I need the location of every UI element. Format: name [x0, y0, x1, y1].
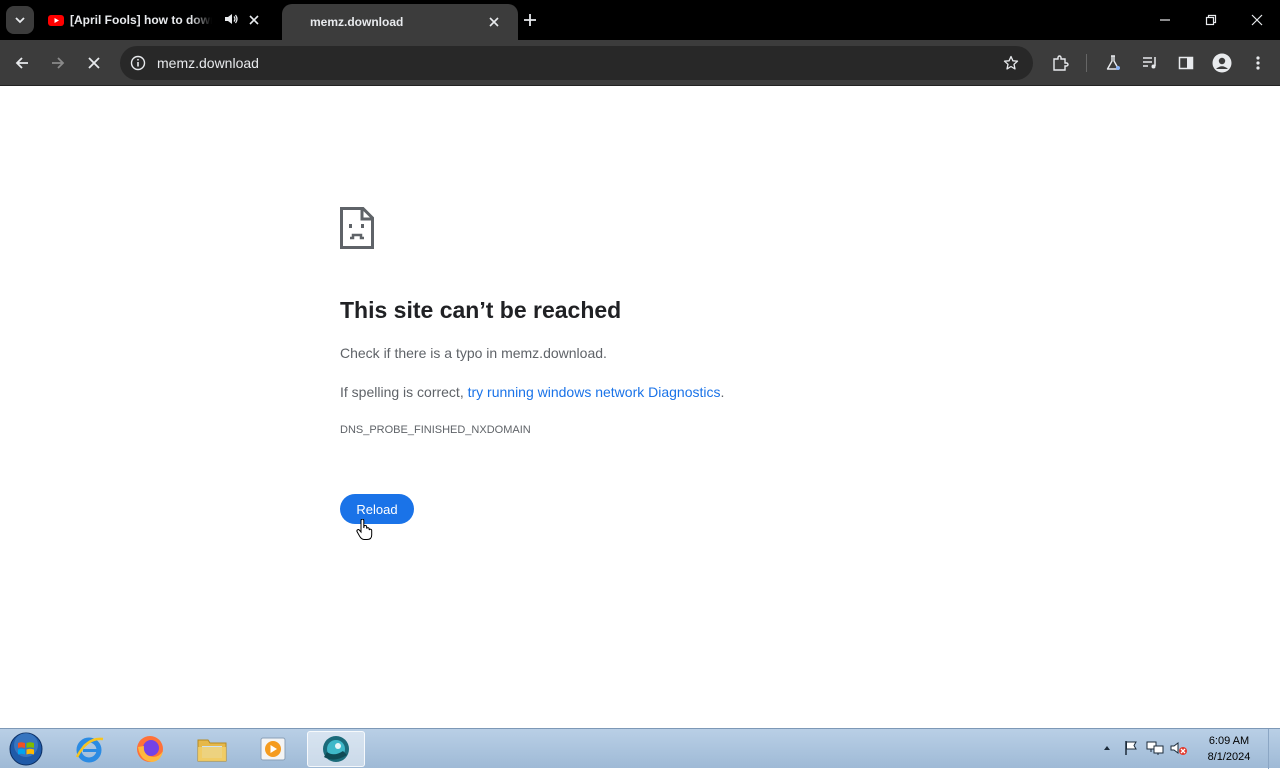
windows-orb-icon: [9, 732, 43, 766]
volume-button[interactable]: [1170, 739, 1188, 757]
media-controls-button[interactable]: [1136, 49, 1164, 77]
close-icon: [489, 17, 499, 27]
menu-button[interactable]: [1244, 49, 1272, 77]
system-clock[interactable]: 6:09 AM 8/1/2024: [1198, 733, 1260, 765]
error-typo-hint: Check if there is a typo in memz.downloa…: [340, 345, 607, 361]
stop-icon: [88, 57, 100, 69]
restore-button[interactable]: [1199, 8, 1223, 32]
internet-explorer-icon: [75, 737, 104, 763]
address-bar[interactable]: memz.download: [120, 46, 1033, 80]
firefox-icon: [137, 736, 163, 762]
clock-date: 8/1/2024: [1207, 751, 1251, 763]
tab-close-button[interactable]: [246, 12, 262, 28]
taskbar-media-player[interactable]: [244, 731, 302, 767]
tab-strip: [April Fools] how to download MEMZ memz.…: [0, 0, 1280, 40]
taskbar-file-explorer[interactable]: [183, 731, 241, 767]
minimize-button[interactable]: [1153, 8, 1177, 32]
clock-time: 6:09 AM: [1208, 735, 1250, 747]
diagnostics-link[interactable]: try running windows network Diagnostics: [468, 384, 721, 400]
tab-search-button[interactable]: [6, 6, 34, 34]
action-center-button[interactable]: [1122, 739, 1140, 757]
taskbar: 6:09 AM 8/1/2024: [0, 728, 1280, 769]
taskbar-internet-explorer[interactable]: [60, 731, 118, 767]
volume-muted-icon: [1170, 742, 1187, 755]
show-hidden-icons-button[interactable]: [1098, 739, 1116, 757]
sad-document-icon: [340, 207, 374, 249]
new-tab-button[interactable]: [520, 10, 540, 30]
restore-icon: [1205, 14, 1217, 26]
page-content: This site can’t be reached Check if ther…: [0, 87, 1280, 728]
avatar-icon: [1212, 53, 1232, 73]
close-icon: [1251, 14, 1263, 26]
network-button[interactable]: [1146, 739, 1164, 757]
browser-toolbar: memz.download: [0, 40, 1280, 86]
url-text[interactable]: memz.download: [157, 55, 259, 71]
profile-button[interactable]: [1208, 49, 1236, 77]
window-close-button[interactable]: [1245, 8, 1269, 32]
tab-close-button[interactable]: [486, 14, 502, 30]
hint-suffix: .: [720, 384, 725, 400]
taskbar-chrome[interactable]: [307, 731, 365, 767]
tab-title: memz.download: [310, 15, 404, 29]
hint-prefix: If spelling is correct,: [340, 384, 468, 400]
taskbar-firefox[interactable]: [121, 731, 179, 767]
error-diagnostics-hint: If spelling is correct, try running wind…: [340, 384, 724, 400]
tab-youtube[interactable]: [April Fools] how to download MEMZ: [40, 0, 270, 40]
bookmark-star-icon[interactable]: [1001, 53, 1021, 73]
stop-button[interactable]: [80, 49, 108, 77]
error-title: This site can’t be reached: [340, 297, 622, 323]
puzzle-icon: [1053, 55, 1069, 71]
arrow-right-icon: [52, 57, 65, 69]
tab-memz-download[interactable]: memz.download: [282, 4, 518, 40]
tab-title: [April Fools] how to download MEMZ: [70, 13, 212, 27]
toolbar-divider: [1086, 54, 1087, 72]
network-icon: [1146, 741, 1164, 755]
flask-icon: [1106, 55, 1120, 70]
kebab-menu-icon: [1256, 56, 1260, 70]
chevron-down-icon: [15, 17, 25, 24]
arrow-left-icon: [15, 57, 28, 69]
hand-cursor-icon: [356, 519, 373, 540]
info-icon[interactable]: [128, 53, 148, 73]
media-player-icon: [260, 737, 286, 761]
forward-button[interactable]: [44, 49, 72, 77]
file-explorer-icon: [197, 739, 227, 762]
close-icon: [249, 15, 259, 25]
youtube-icon: [48, 15, 64, 26]
start-button[interactable]: [6, 731, 46, 767]
speaker-icon[interactable]: [224, 12, 238, 29]
chrome-app-icon: [323, 736, 349, 762]
show-desktop-button[interactable]: [1268, 729, 1280, 769]
error-code: DNS_PROBE_FINISHED_NXDOMAIN: [340, 424, 531, 436]
chevron-up-icon: [1104, 746, 1110, 750]
plus-icon: [524, 14, 536, 26]
flag-icon: [1125, 741, 1137, 755]
labs-button[interactable]: [1099, 49, 1127, 77]
back-button[interactable]: [8, 49, 36, 77]
extensions-button[interactable]: [1046, 49, 1074, 77]
reload-button[interactable]: Reload: [340, 494, 414, 524]
side-panel-button[interactable]: [1172, 49, 1200, 77]
minimize-icon: [1160, 19, 1170, 21]
music-queue-icon: [1143, 57, 1156, 69]
side-panel-icon: [1178, 56, 1194, 70]
